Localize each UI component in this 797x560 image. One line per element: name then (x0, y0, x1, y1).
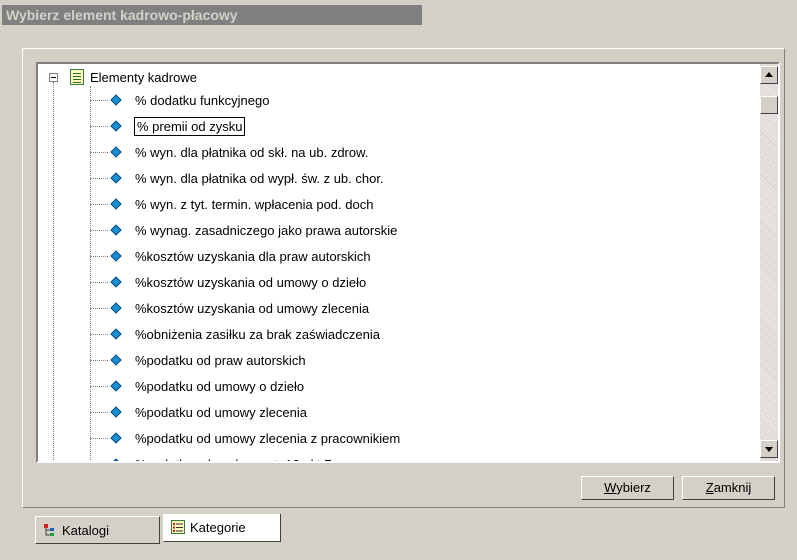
tree-connector (90, 178, 108, 179)
tree-item[interactable]: % wynag. zasadniczego jako prawa autorsk… (38, 218, 738, 244)
arrow-up-icon (765, 72, 773, 77)
tree-item[interactable]: % wyn. dla płatnika od skł. na ub. zdrow… (38, 140, 738, 166)
scroll-thumb[interactable] (760, 96, 778, 114)
tree-item-label: % wyn. dla płatnika od skł. na ub. zdrow… (135, 145, 369, 160)
tree-item-label: %podatku od umowy zlecenia (135, 405, 307, 420)
window-title: Wybierz element kadrowo-płacowy (2, 5, 422, 25)
tree-item[interactable]: % dodatku funkcyjnego (38, 88, 738, 114)
tree-item[interactable]: %obniżenia zasiłku za brak zaświadczenia (38, 322, 738, 348)
tree-connector (90, 438, 108, 439)
element-diamond-icon (110, 172, 122, 184)
root-folder-icon (70, 69, 84, 85)
tree-connector (90, 152, 108, 153)
tree-connector (90, 230, 108, 231)
tab-kategorie[interactable]: Kategorie (163, 514, 281, 542)
collapse-toggle-icon[interactable] (49, 73, 58, 82)
tree-item-label: %podatku od umowy zlecenia z pracownikie… (135, 431, 401, 446)
tree-item-label: % dodatku funkcyjnego (135, 93, 270, 108)
tree-item-label: % wyn. z tyt. termin. wpłacenia pod. doc… (135, 197, 374, 212)
element-diamond-icon (110, 380, 122, 392)
tree-item[interactable]: % premii od zysku (38, 114, 738, 140)
close-button-accel: Z (705, 480, 714, 495)
element-diamond-icon (110, 328, 122, 340)
element-diamond-icon (110, 146, 122, 158)
tree-connector (90, 386, 108, 387)
tree-item[interactable]: %kosztów uzyskania od umowy zlecenia (38, 296, 738, 322)
tree-connector (90, 308, 108, 309)
tree-root-label[interactable]: Elementy kadrowe (90, 69, 197, 86)
tree-item-label: %podatku od praw autorskich (135, 353, 306, 368)
tree-item[interactable]: % wyn. z tyt. termin. wpłacenia pod. doc… (38, 192, 738, 218)
tree-item-label: %podatku od umowy o dzieło (135, 379, 305, 394)
tree-item-label: % wynag. zasadniczego jako prawa autorsk… (135, 223, 398, 238)
category-list-icon (171, 520, 185, 534)
scroll-down-button[interactable] (760, 440, 778, 458)
tree-item-label: %kosztów uzyskania od umowy zlecenia (135, 301, 370, 316)
tree-item-label: %obniżenia zasiłku za brak zaświadczenia (135, 327, 380, 342)
scroll-up-button[interactable] (760, 66, 778, 84)
tree-item-label: % wyn. dla płatnika od wypł. św. z ub. c… (135, 171, 384, 186)
tree-item-label: %kosztów uzyskania dla praw autorskich (135, 249, 371, 264)
tab-katalogi-label: Katalogi (62, 523, 109, 538)
tree-connector (90, 334, 108, 335)
select-button[interactable]: Wybierz (581, 476, 674, 500)
tree-item[interactable]: %kosztów uzyskania dla praw autorskich (38, 244, 738, 270)
tree-connector (90, 412, 108, 413)
tree-item-label: % premii od zysku (134, 117, 246, 136)
tree-item[interactable]: % wyn. dla płatnika od wypł. św. z ub. c… (38, 166, 738, 192)
element-diamond-icon (110, 406, 122, 418)
element-diamond-icon (110, 250, 122, 262)
element-diamond-icon (110, 354, 122, 366)
select-button-label: ybierz (616, 480, 651, 495)
tree-item-label: %kosztów uzyskania od umowy o dzieło (135, 275, 367, 290)
tree-connector (90, 256, 108, 257)
tree-item-label: %podatku od umów z art. 13 pkt 7 (134, 456, 333, 461)
tree-connector (90, 126, 108, 127)
element-diamond-icon (110, 120, 122, 132)
tree-connector (90, 360, 108, 361)
element-diamond-icon (110, 94, 122, 106)
vertical-scrollbar[interactable] (760, 64, 778, 461)
element-diamond-icon (110, 224, 122, 236)
tree-item[interactable]: %podatku od umowy zlecenia (38, 400, 738, 426)
tree-item[interactable]: %podatku od umów z art. 13 pkt 7 (38, 452, 738, 461)
close-button[interactable]: Zamknij (682, 476, 775, 500)
select-button-accel: W (604, 480, 617, 495)
tree-item[interactable]: %kosztów uzyskania od umowy o dzieło (38, 270, 738, 296)
catalog-tree-icon (44, 524, 54, 536)
element-diamond-icon (110, 458, 122, 461)
element-diamond-icon (110, 302, 122, 314)
tree-item[interactable]: %podatku od umowy o dzieło (38, 374, 738, 400)
tree-content: Elementy kadrowe % dodatku funkcyjnego % … (38, 64, 758, 461)
close-button-label: amknij (713, 480, 752, 495)
tree-view[interactable]: Elementy kadrowe % dodatku funkcyjnego % … (36, 62, 780, 463)
tree-item[interactable]: %podatku od praw autorskich (38, 348, 738, 374)
tree-connector (90, 100, 108, 101)
tree-connector (90, 204, 108, 205)
tab-katalogi[interactable]: Katalogi (35, 516, 160, 544)
tree-connector (90, 282, 108, 283)
arrow-down-icon (765, 447, 773, 452)
element-diamond-icon (110, 198, 122, 210)
tab-kategorie-label: Kategorie (190, 520, 246, 535)
title-bar: Wybierz element kadrowo-płacowy (0, 0, 797, 26)
element-diamond-icon (110, 276, 122, 288)
tree-item[interactable]: %podatku od umowy zlecenia z pracownikie… (38, 426, 738, 452)
element-diamond-icon (110, 432, 122, 444)
tree-connector (90, 86, 91, 461)
